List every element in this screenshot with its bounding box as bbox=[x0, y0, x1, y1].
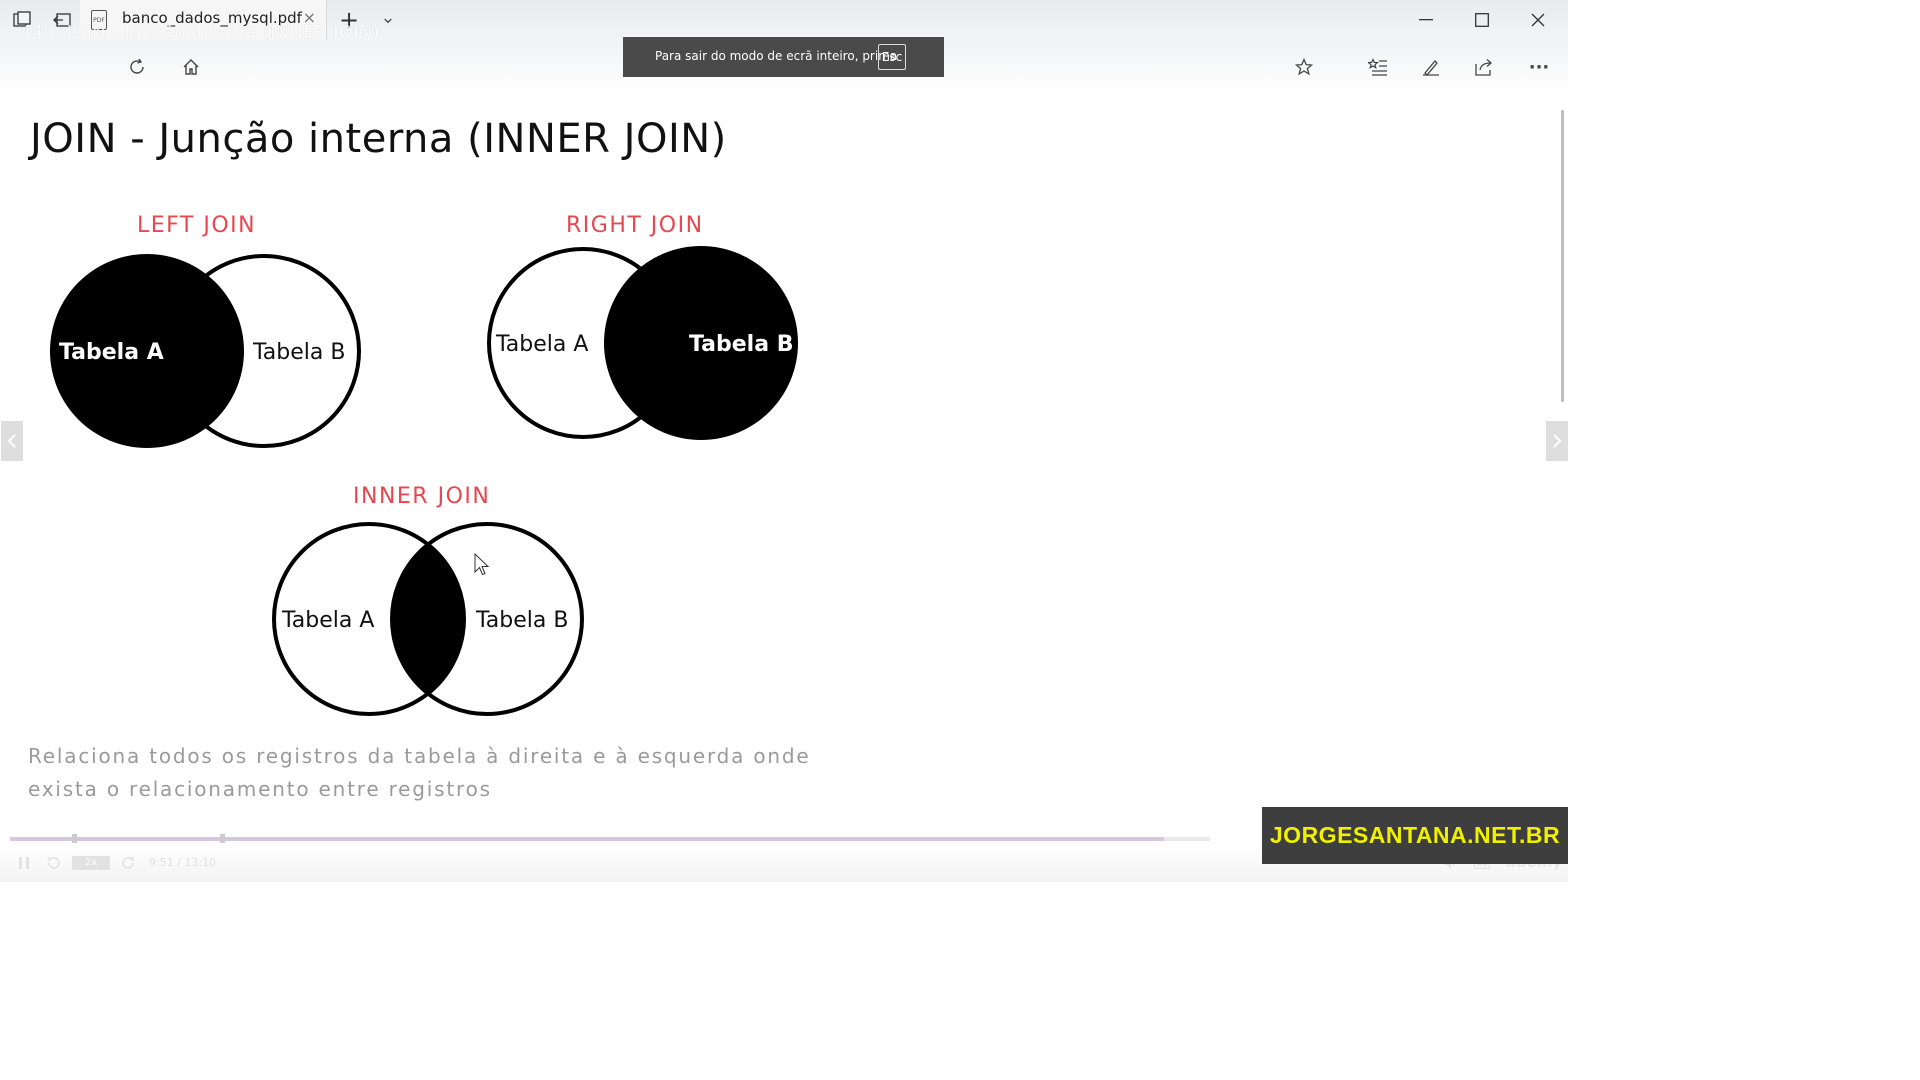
favorite-star-icon[interactable] bbox=[1293, 56, 1315, 78]
right-join-diagram: Tabela A Tabela B bbox=[487, 246, 798, 440]
mouse-cursor-icon bbox=[474, 553, 490, 576]
fullscreen-exit-toast: Para sair do modo de ecrã inteiro, prima… bbox=[623, 37, 944, 77]
left-venn-label-b: Tabela B bbox=[252, 340, 345, 365]
description-line-2: exista o relacionamento entre registros bbox=[28, 777, 492, 801]
pdf-scrollbar[interactable] bbox=[1561, 110, 1564, 402]
pen-icon[interactable] bbox=[1420, 56, 1442, 78]
refresh-icon[interactable] bbox=[126, 56, 148, 78]
inner-join-label: INNER JOIN bbox=[353, 484, 491, 509]
description-line-1: Relaciona todos os registros da tabela à… bbox=[28, 744, 811, 768]
slide-description: Relaciona todos os registros da tabela à… bbox=[28, 740, 888, 806]
forward-icon[interactable] bbox=[119, 854, 137, 872]
toast-message: Para sair do modo de ecrã inteiro, prima bbox=[655, 49, 898, 63]
next-lecture-button[interactable] bbox=[1546, 421, 1568, 461]
maximize-button[interactable] bbox=[1468, 8, 1496, 32]
share-icon[interactable] bbox=[1474, 56, 1496, 78]
tab-list-chevron-down-icon[interactable]: ⌄ bbox=[378, 5, 398, 29]
video-time: 9:51 / 13:10 bbox=[149, 856, 217, 869]
right-venn-label-b: Tabela B bbox=[689, 332, 794, 357]
close-window-button[interactable] bbox=[1524, 8, 1552, 32]
playback-speed-button[interactable]: 2x bbox=[72, 856, 110, 870]
video-progress-fill bbox=[10, 837, 1165, 841]
left-join-diagram: Tabela A Tabela B bbox=[50, 254, 361, 448]
inner-venn-label-a: Tabela A bbox=[281, 608, 374, 633]
inner-join-diagram: Tabela A Tabela B bbox=[272, 522, 584, 716]
site-watermark: JORGESANTANA.NET.BR bbox=[1262, 807, 1568, 864]
chapter-marker bbox=[72, 834, 77, 843]
minimize-button[interactable] bbox=[1412, 8, 1440, 32]
left-venn-label-a: Tabela A bbox=[59, 340, 164, 365]
esc-key-badge: Esc bbox=[878, 44, 906, 70]
rewind-icon[interactable] bbox=[45, 854, 63, 872]
previous-lecture-button[interactable] bbox=[1, 421, 23, 461]
pause-icon[interactable] bbox=[16, 855, 32, 871]
chapter-marker bbox=[220, 834, 225, 843]
video-progress-bar[interactable] bbox=[10, 834, 1210, 843]
slide-title: JOIN - Junção interna (INNER JOIN) bbox=[30, 116, 727, 162]
favorites-list-icon[interactable] bbox=[1367, 56, 1389, 78]
right-join-label: RIGHT JOIN bbox=[566, 213, 704, 238]
right-venn-label-a: Tabela A bbox=[495, 332, 588, 357]
more-icon[interactable]: ··· bbox=[1527, 56, 1551, 78]
left-join-label: LEFT JOIN bbox=[137, 213, 257, 238]
inner-venn-label-b: Tabela B bbox=[475, 608, 568, 633]
home-icon[interactable] bbox=[180, 56, 202, 78]
